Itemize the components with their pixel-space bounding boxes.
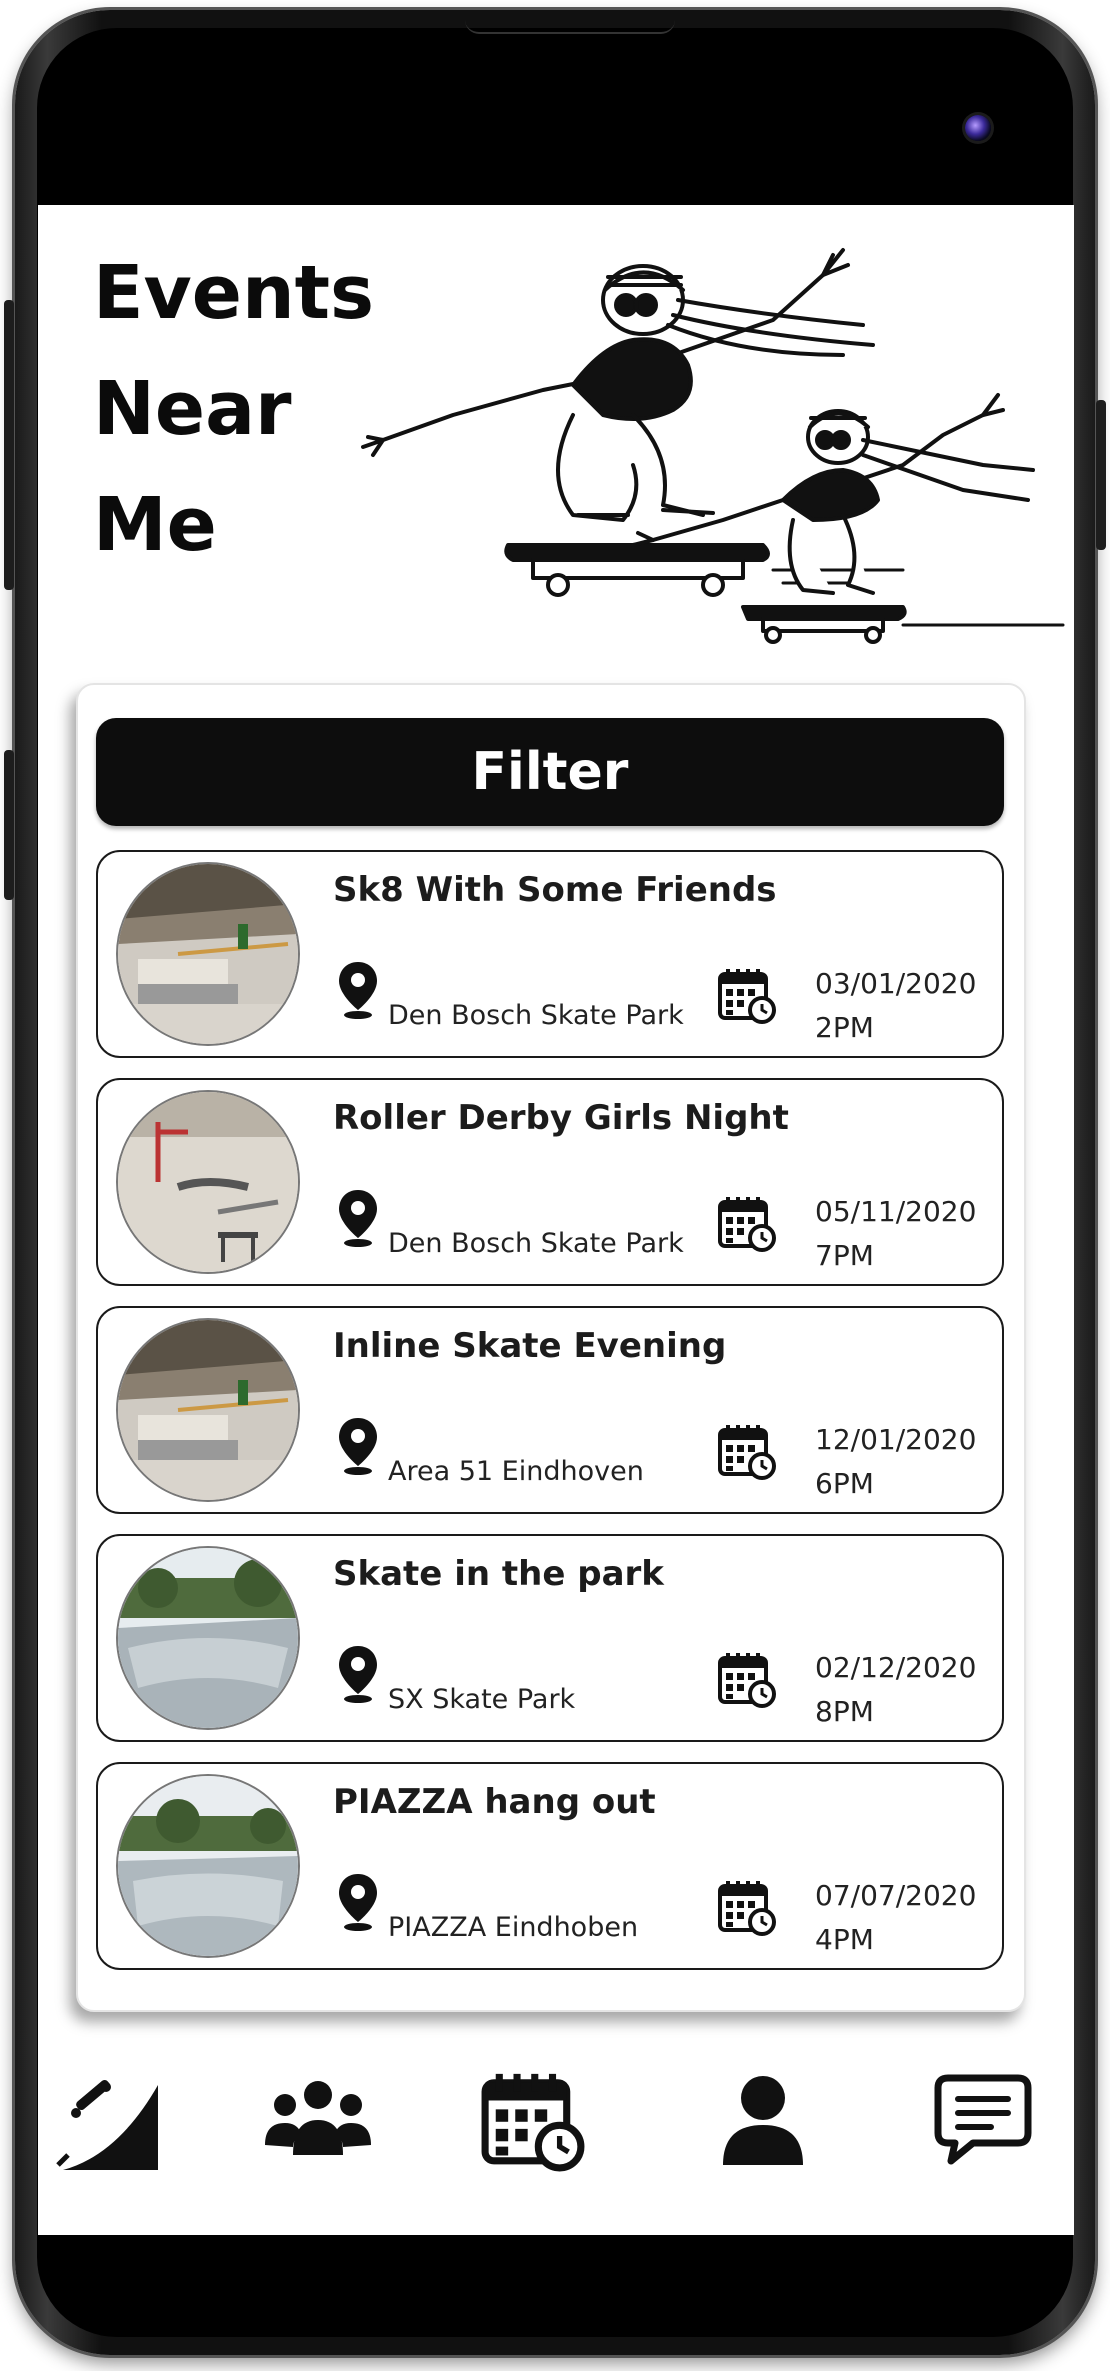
location-pin-icon [339,1418,377,1475]
profile-icon [723,2075,803,2165]
skate-ramp-icon [56,2079,158,2170]
event-time: 8PM [815,1695,874,1728]
location-pin-icon [339,1190,377,1247]
bixby-button [4,750,14,900]
front-camera [965,115,991,141]
nav-community[interactable] [253,2055,383,2185]
event-thumbnail [116,1774,300,1958]
event-location: Area 51 Eindhoven [388,1456,644,1487]
location-pin-icon [339,1646,377,1703]
nav-messages[interactable] [918,2055,1048,2185]
phone-notch [465,20,675,34]
event-title: Inline Skate Evening [333,1326,727,1366]
calendar-clock-icon [718,1881,776,1936]
skaters-illustration [361,248,1065,644]
event-datetime: 03/01/2020 2PM [815,962,976,1050]
event-time: 6PM [815,1467,874,1500]
event-thumbnail [116,1318,300,1502]
event-title: PIAZZA hang out [333,1782,656,1822]
event-thumbnail [116,862,300,1046]
event-date: 12/01/2020 [815,1423,977,1456]
event-thumbnail [116,1090,300,1274]
event-date: 05/11/2020 [815,1195,977,1228]
app-screen: Events Near Me Filter Sk8 With Some Frie… [38,205,1074,2235]
group-icon [265,2081,371,2155]
event-time: 7PM [815,1239,874,1272]
event-item[interactable]: Inline Skate Evening Area 51 Eindhoven 1… [96,1306,1004,1514]
chat-icon [934,2074,1032,2164]
event-date: 07/07/2020 [815,1879,977,1912]
event-item[interactable]: Sk8 With Some Friends Den Bosch Skate Pa… [96,850,1004,1058]
calendar-clock-icon [718,1197,776,1252]
filter-button[interactable]: Filter [96,718,1004,826]
event-time: 4PM [815,1923,874,1956]
event-date: 02/12/2020 [815,1651,977,1684]
event-title: Sk8 With Some Friends [333,870,777,910]
calendar-clock-icon [718,1653,776,1708]
filter-button-label: Filter [471,742,629,802]
event-thumbnail [116,1546,300,1730]
event-location: SX Skate Park [388,1684,576,1715]
events-card: Filter Sk8 With Some Friends Den Bosch S… [76,683,1026,2012]
nav-events[interactable] [468,2055,598,2185]
event-title: Skate in the park [333,1554,664,1594]
event-title: Roller Derby Girls Night [333,1098,789,1138]
event-item[interactable]: Skate in the park SX Skate Park 02/12/20… [96,1534,1004,1742]
bottom-nav [38,2055,1074,2195]
calendar-clock-icon [718,1425,776,1480]
calendar-icon [481,2073,585,2172]
event-location: Den Bosch Skate Park [388,1000,684,1031]
event-datetime: 02/12/2020 8PM [815,1646,976,1734]
event-datetime: 12/01/2020 6PM [815,1418,976,1506]
power-button [1096,400,1106,550]
event-datetime: 05/11/2020 7PM [815,1190,976,1278]
event-item[interactable]: Roller Derby Girls Night Den Bosch Skate… [96,1078,1004,1286]
location-pin-icon [339,1874,377,1931]
event-location: PIAZZA Eindhoben [388,1912,639,1943]
calendar-clock-icon [718,969,776,1024]
nav-skate-ramp[interactable] [43,2055,173,2185]
location-pin-icon [339,962,377,1019]
event-location: Den Bosch Skate Park [388,1228,684,1259]
event-datetime: 07/07/2020 4PM [815,1874,976,1962]
event-date: 03/01/2020 [815,967,977,1000]
volume-button [4,300,14,590]
nav-profile[interactable] [698,2055,828,2185]
event-time: 2PM [815,1011,874,1044]
event-item[interactable]: PIAZZA hang out PIAZZA Eindhoben 07/07/2… [96,1762,1004,1970]
